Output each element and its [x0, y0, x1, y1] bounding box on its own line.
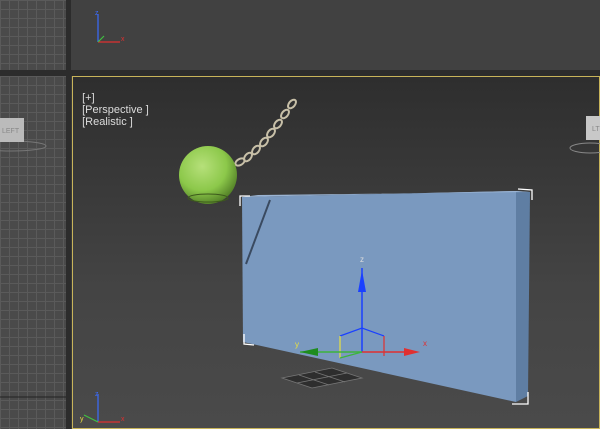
svg-text:x: x [121, 36, 125, 43]
floor-grid-proxy [280, 367, 364, 389]
svg-text:z: z [95, 391, 99, 398]
viewcube-left[interactable]: LEFT [0, 118, 47, 152]
world-axis-main: z x y [80, 391, 125, 423]
viewcube-right-label: LT [592, 126, 600, 133]
scene-svg: LEFT LT z x z x y z x y [0, 10, 600, 423]
gizmo-y-label: y [295, 340, 299, 349]
wall-object[interactable] [239, 188, 533, 405]
gizmo-z-label: z [360, 255, 364, 264]
viewcube-left-label: LEFT [2, 128, 20, 135]
gizmo-x-label: x [423, 339, 427, 348]
svg-text:x: x [121, 416, 125, 423]
world-axis-top: z x [95, 10, 125, 43]
wrecking-ball[interactable] [179, 146, 237, 204]
chain [234, 98, 297, 167]
viewcube-right[interactable]: LT [569, 116, 600, 154]
svg-text:y: y [80, 416, 84, 423]
svg-text:z: z [95, 10, 99, 17]
